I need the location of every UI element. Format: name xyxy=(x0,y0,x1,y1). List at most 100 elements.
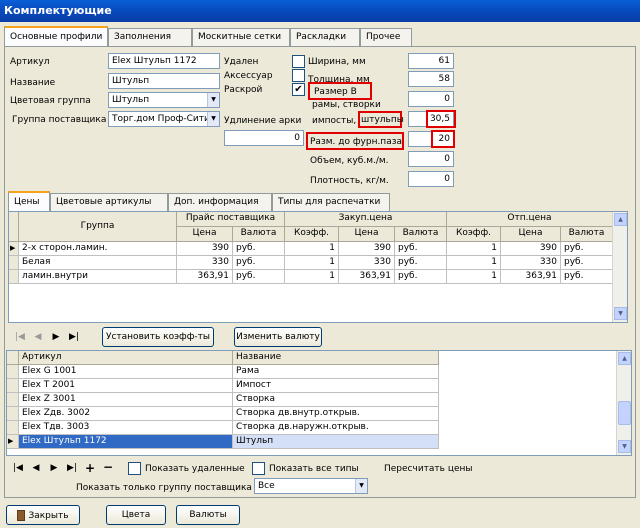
last-record-icon[interactable]: ▶| xyxy=(68,332,80,342)
deleted-checkbox[interactable] xyxy=(292,55,305,68)
table-cell[interactable]: Штульп xyxy=(233,435,439,449)
tab-fillings[interactable]: Заполнения xyxy=(108,28,192,46)
table-cell[interactable]: Створка xyxy=(233,393,439,407)
chevron-down-icon[interactable]: ▼ xyxy=(355,479,367,493)
set-coef-button[interactable]: Установить коэфф-ты xyxy=(102,327,214,347)
prev-record-icon[interactable]: ◀ xyxy=(32,332,44,342)
show-deleted-checkbox[interactable] xyxy=(128,462,141,475)
recalc-prices-link[interactable]: Пересчитать цены xyxy=(384,464,473,474)
table-cell[interactable]: 390 xyxy=(177,242,233,256)
table-cell[interactable]: руб. xyxy=(561,242,613,256)
tab-layouts[interactable]: Раскладки xyxy=(290,28,360,46)
scroll-down-icon[interactable]: ▼ xyxy=(618,440,631,453)
tab-color-articles[interactable]: Цветовые артикулы xyxy=(50,193,168,211)
tab-print-types[interactable]: Типы для распечатки xyxy=(272,193,390,211)
show-all-types-checkbox[interactable] xyxy=(252,462,265,475)
table-cell[interactable]: Elex Zдв. 3002 xyxy=(19,407,233,421)
add-record-icon[interactable]: + xyxy=(84,461,96,475)
table-cell[interactable]: руб. xyxy=(395,270,447,284)
table-cell[interactable]: Импост xyxy=(233,379,439,393)
table-cell-selected[interactable]: Elex Штульп 1172 xyxy=(19,435,233,449)
col-group[interactable]: Группа xyxy=(19,212,177,242)
name-input[interactable]: Штульп xyxy=(108,73,220,89)
change-currency-button[interactable]: Изменить валюту xyxy=(234,327,322,347)
col-currency-2[interactable]: Валюта xyxy=(395,227,447,242)
table-cell[interactable]: 1 xyxy=(447,270,501,284)
col-article[interactable]: Артикул xyxy=(19,351,233,365)
cutting-checkbox[interactable]: ✔ xyxy=(292,83,305,96)
volume-input[interactable]: 0 xyxy=(408,151,454,167)
price-grid[interactable]: Группа Прайс поставщика Закуп.цена Отп.ц… xyxy=(8,211,628,323)
tab-main-profiles[interactable]: Основные профили xyxy=(4,26,108,46)
currencies-button[interactable]: Валюты xyxy=(176,505,240,525)
color-group-select[interactable]: Штульп ▼ xyxy=(108,92,220,108)
table-cell[interactable]: 1 xyxy=(285,270,339,284)
arch-extension-input[interactable]: 0 xyxy=(224,130,304,146)
col-coef-3[interactable]: Коэфф. xyxy=(447,227,501,242)
supplier-only-select[interactable]: Все ▼ xyxy=(254,478,368,494)
table-cell[interactable]: 1 xyxy=(285,242,339,256)
table-cell[interactable]: 390 xyxy=(501,242,561,256)
delete-record-icon[interactable]: − xyxy=(102,460,114,474)
col-price-3[interactable]: Цена xyxy=(501,227,561,242)
width-input[interactable]: 61 xyxy=(408,53,454,69)
table-cell[interactable]: Elex Z 3001 xyxy=(19,393,233,407)
tab-mosquito-nets[interactable]: Москитные сетки xyxy=(192,28,290,46)
first-record-icon[interactable]: |◀ xyxy=(14,332,26,342)
tab-prices[interactable]: Цены xyxy=(8,191,50,211)
frames-input[interactable]: 0 xyxy=(408,91,454,107)
table-cell[interactable]: 2-х сторон.ламин. xyxy=(19,242,177,256)
col-release-price[interactable]: Отп.цена xyxy=(447,212,613,227)
table-cell[interactable]: 363,91 xyxy=(177,270,233,284)
table-cell[interactable]: руб. xyxy=(561,256,613,270)
next-record-icon[interactable]: ▶ xyxy=(50,332,62,342)
tab-extra-info[interactable]: Доп. информация xyxy=(168,193,272,211)
scroll-down-icon[interactable]: ▼ xyxy=(614,307,627,320)
table-cell[interactable]: 1 xyxy=(285,256,339,270)
table-cell[interactable]: руб. xyxy=(233,256,285,270)
table-cell[interactable]: руб. xyxy=(395,242,447,256)
table-cell[interactable]: Рама xyxy=(233,365,439,379)
table-cell[interactable]: 330 xyxy=(501,256,561,270)
table-cell[interactable]: ламин.внутри xyxy=(19,270,177,284)
price-grid-scrollbar[interactable]: ▲ ▼ xyxy=(612,212,627,322)
colors-button[interactable]: Цвета xyxy=(106,505,166,525)
table-cell[interactable]: 1 xyxy=(447,242,501,256)
scroll-up-icon[interactable]: ▲ xyxy=(614,213,627,226)
col-price-1[interactable]: Цена xyxy=(177,227,233,242)
table-cell[interactable]: Elex G 1001 xyxy=(19,365,233,379)
chevron-down-icon[interactable]: ▼ xyxy=(207,112,219,126)
table-cell[interactable]: Elex T 2001 xyxy=(19,379,233,393)
article-grid-scrollbar[interactable]: ▲ ▼ xyxy=(616,351,631,455)
table-cell[interactable]: Створка дв.наружн.открыв. xyxy=(233,421,439,435)
col-supplier-price[interactable]: Прайс поставщика xyxy=(177,212,285,227)
thickness-input[interactable]: 58 xyxy=(408,71,454,87)
col-name[interactable]: Название xyxy=(233,351,439,365)
table-cell[interactable]: 1 xyxy=(447,256,501,270)
prev-record-icon[interactable]: ◀ xyxy=(30,463,42,473)
accessory-checkbox[interactable] xyxy=(292,69,305,82)
table-cell[interactable]: 363,91 xyxy=(501,270,561,284)
tab-other[interactable]: Прочее xyxy=(360,28,412,46)
table-cell[interactable]: руб. xyxy=(395,256,447,270)
next-record-icon[interactable]: ▶ xyxy=(48,463,60,473)
table-cell[interactable]: 330 xyxy=(177,256,233,270)
density-input[interactable]: 0 xyxy=(408,171,454,187)
first-record-icon[interactable]: |◀ xyxy=(12,463,24,473)
table-cell[interactable]: 390 xyxy=(339,242,395,256)
table-cell[interactable]: Белая xyxy=(19,256,177,270)
article-input[interactable]: Elex Штульп 1172 xyxy=(108,53,220,69)
table-cell[interactable]: руб. xyxy=(233,242,285,256)
table-cell[interactable]: 330 xyxy=(339,256,395,270)
table-cell[interactable]: руб. xyxy=(233,270,285,284)
scroll-thumb[interactable] xyxy=(618,401,631,425)
table-cell[interactable]: Elex Tдв. 3003 xyxy=(19,421,233,435)
table-cell[interactable]: руб. xyxy=(561,270,613,284)
chevron-down-icon[interactable]: ▼ xyxy=(207,93,219,107)
col-coef-2[interactable]: Коэфф. xyxy=(285,227,339,242)
close-button[interactable]: Закрыть xyxy=(6,505,80,525)
supplier-group-select[interactable]: Торг.дом Проф-Сити ▼ xyxy=(108,111,220,127)
last-record-icon[interactable]: ▶| xyxy=(66,463,78,473)
table-cell[interactable]: 363,91 xyxy=(339,270,395,284)
table-cell[interactable]: Створка дв.внутр.открыв. xyxy=(233,407,439,421)
